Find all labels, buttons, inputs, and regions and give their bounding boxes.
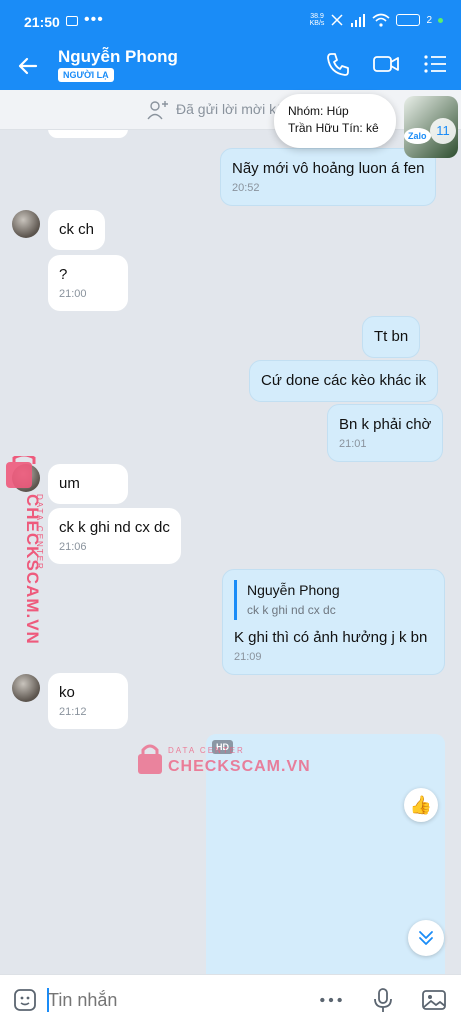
message-bubble-outgoing[interactable]: Tt bn xyxy=(362,316,421,358)
message-text: K ghi thì có ảnh hưởng j k bn xyxy=(234,629,428,646)
menu-list-icon[interactable] xyxy=(422,50,450,78)
chat-head-bubble[interactable]: Zalo 11 xyxy=(404,96,458,158)
stranger-badge: NGƯỜI LẠ xyxy=(58,68,114,82)
phone-call-icon[interactable] xyxy=(324,50,352,78)
contact-name[interactable]: Nguyễn Phong xyxy=(58,47,178,67)
message-time: 21:12 xyxy=(59,706,87,718)
message-text: um xyxy=(59,475,80,492)
add-friend-icon xyxy=(147,101,168,120)
status-more-dots: ••• xyxy=(84,11,104,28)
back-arrow-icon[interactable] xyxy=(14,52,42,80)
video-call-icon[interactable] xyxy=(372,50,400,78)
message-text: Tt bn xyxy=(374,328,409,345)
zalo-notification-icon xyxy=(66,16,78,26)
message-text: Cứ done các kèo khác ik xyxy=(261,372,427,389)
zalo-logo: Zalo xyxy=(404,128,431,144)
quoted-text: ck k ghi nd cx dc xyxy=(247,603,336,617)
microphone-icon[interactable] xyxy=(370,987,396,1013)
watermark-vertical: CHECKSCAM.VN DATA CENTER xyxy=(6,456,44,645)
battery-icon xyxy=(396,14,421,26)
message-bubble-partial xyxy=(48,130,128,138)
avatar[interactable] xyxy=(12,210,40,238)
message-text: Bn k phải chờ xyxy=(339,416,432,433)
message-bubble-reply[interactable]: Nguyễn Phong ck k ghi nd cx dc K ghi thì… xyxy=(222,569,445,675)
message-bubble-incoming[interactable]: ko 21:12 xyxy=(48,673,128,729)
message-bubble-incoming[interactable]: ck ch xyxy=(48,210,106,250)
message-input[interactable] xyxy=(48,987,288,1013)
wifi-icon xyxy=(372,13,390,27)
message-text: ck k ghi nd cx dc xyxy=(59,519,170,536)
chat-area[interactable]: Nãy mới vô hoảng luon á fen 20:52 ck ch … xyxy=(0,130,461,974)
battery-level: 2 xyxy=(426,14,432,26)
message-bubble-incoming[interactable]: um xyxy=(48,464,128,504)
status-bar: 21:50 ••• 38.9 KB/s 2 xyxy=(0,0,461,40)
message-bubble-incoming[interactable]: ? 21:00 xyxy=(48,255,128,311)
message-time: 21:09 xyxy=(234,651,262,663)
message-time: 20:52 xyxy=(232,182,260,194)
quoted-message[interactable]: Nguyễn Phong ck k ghi nd cx dc xyxy=(234,580,433,620)
more-options-icon[interactable] xyxy=(318,987,344,1013)
watermark-lock-icon xyxy=(138,744,162,774)
message-bubble-outgoing[interactable]: Cứ done các kèo khác ik xyxy=(249,360,439,402)
message-text: ko xyxy=(59,684,75,701)
message-bubble-outgoing[interactable]: Nãy mới vô hoảng luon á fen 20:52 xyxy=(220,148,437,206)
message-time: 21:01 xyxy=(339,438,367,450)
status-time: 21:50 xyxy=(24,14,60,30)
watermark-horizontal: DATA CENTER CHECKSCAM.VN xyxy=(136,742,310,782)
signal-off-icon xyxy=(331,14,343,26)
privacy-indicator xyxy=(438,17,443,23)
sticker-icon[interactable] xyxy=(12,987,38,1013)
message-input-bar xyxy=(0,974,461,1024)
message-text: Nãy mới vô hoảng luon á fen xyxy=(232,160,425,177)
message-time: 21:06 xyxy=(59,541,87,553)
watermark-vertical-small: DATA CENTER xyxy=(35,494,44,571)
message-time: 21:00 xyxy=(59,288,87,300)
preview-message: Trần Hữu Tín: kê xyxy=(288,121,379,135)
message-bubble-outgoing[interactable]: Bn k phải chờ 21:01 xyxy=(327,404,444,462)
app-header: 21:50 ••• 38.9 KB/s 2 Nguyễn Phong NGƯỜI … xyxy=(0,0,461,90)
avatar[interactable] xyxy=(12,674,40,702)
thumbs-up-reaction-icon[interactable]: 👍 xyxy=(404,788,438,822)
preview-group: Nhóm: Húp xyxy=(288,104,349,118)
message-text: ? xyxy=(59,266,68,283)
friend-request-text: Đã gửi lời mời kết bạn xyxy=(176,101,286,117)
image-gallery-icon[interactable] xyxy=(421,987,447,1013)
watermark-big-text: CHECKSCAM.VN xyxy=(168,758,311,775)
unread-count: 11 xyxy=(430,118,456,144)
message-text: ck ch xyxy=(59,221,95,238)
chat-head-preview[interactable]: Nhóm: Húp Trần Hữu Tín: kê xyxy=(274,94,396,148)
scroll-down-icon[interactable] xyxy=(408,920,444,956)
quoted-sender: Nguyễn Phong xyxy=(247,582,340,598)
watermark-small-text: DATA CENTER xyxy=(168,746,245,755)
network-speed: 38.9 KB/s xyxy=(309,13,325,27)
message-bubble-incoming[interactable]: ck k ghi nd cx dc 21:06 xyxy=(48,508,181,564)
status-icons: 38.9 KB/s 2 xyxy=(310,13,443,27)
signal-icon xyxy=(351,14,366,27)
